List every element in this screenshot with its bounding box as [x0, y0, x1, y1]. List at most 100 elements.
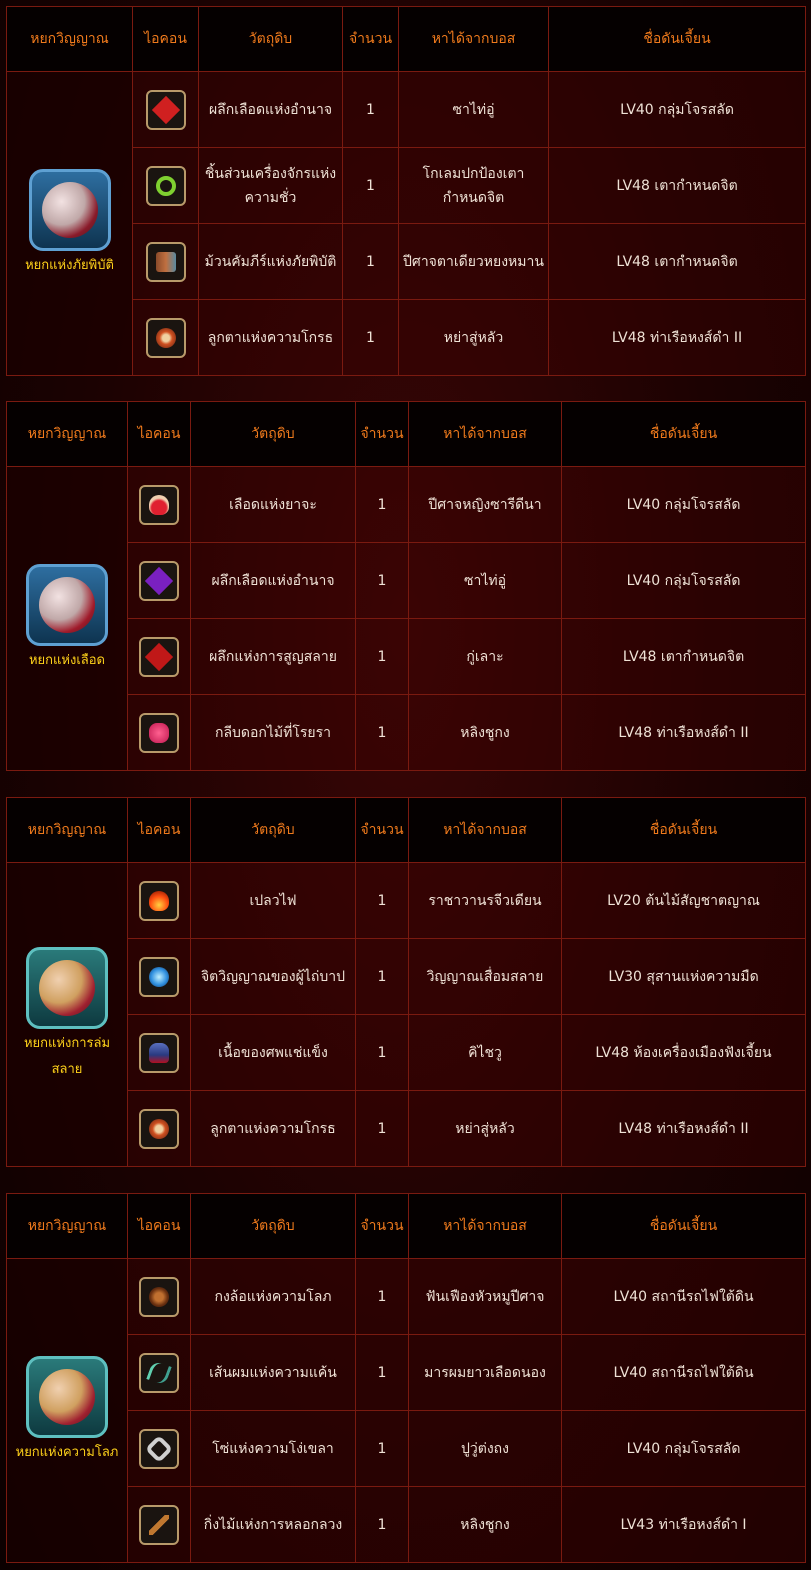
boss-cell: หย่าสู่หลัว	[408, 1090, 562, 1167]
icon-cell	[132, 223, 199, 300]
header-boss: หาได้จากบอส	[398, 6, 549, 72]
icon-cell	[127, 1334, 191, 1411]
dungeon-cell: LV48 เตากำหนดจิต	[561, 618, 806, 695]
icon-cell	[127, 694, 191, 771]
icon-cell	[127, 862, 191, 939]
header-qty: จำนวน	[355, 401, 409, 467]
spirit-cell: หยกแห่งการล่มสลาย	[6, 862, 128, 1167]
dungeon-cell: LV40 สถานีรถไฟใต้ดิน	[561, 1258, 806, 1335]
spirit-jade-icon	[26, 563, 108, 646]
dungeon-cell: LV48 ท่าเรือหงส์ดำ II	[548, 299, 806, 376]
boss-cell: หย่าสู่หลัว	[398, 299, 549, 376]
qty-cell: 1	[355, 862, 409, 939]
scroll-icon	[145, 241, 186, 282]
material-cell: ลูกตาแห่งความโกรธ	[198, 299, 343, 376]
header-dungeon: ชื่อดันเจี้ยน	[548, 6, 806, 72]
spirit-cell: หยกแห่งเลือด	[6, 466, 128, 771]
boss-cell: ซาไท่อู่	[408, 542, 562, 619]
icon-cell	[127, 938, 191, 1015]
table-row: หยกแห่งความโลภ กงล้อแห่งความโลภ 1 ฟันเฟื…	[6, 1258, 806, 1563]
icon-cell	[127, 542, 191, 619]
icon-cell	[132, 299, 199, 376]
soul-icon	[139, 956, 179, 997]
dungeon-cell: LV20 ต้นไม้สัญชาตญาณ	[561, 862, 806, 939]
boss-cell: ปูวู่ต่งถง	[408, 1410, 562, 1487]
potion-icon	[139, 484, 179, 525]
material-cell: โซ่แห่งความโง่เขลา	[190, 1410, 356, 1487]
header-material: วัตถุดิบ	[190, 1193, 356, 1259]
purple-crystal-icon	[139, 560, 179, 601]
material-cell: เปลวไฟ	[190, 862, 356, 939]
header-boss: หาได้จากบอส	[408, 401, 562, 467]
material-cell: ผลึกเลือดแห่งอำนาจ	[190, 542, 356, 619]
qty-cell: 1	[355, 1486, 409, 1563]
spirit-name: หยกแห่งความโลภ	[15, 1444, 119, 1460]
material-cell: ผลึกแห่งการสูญสลาย	[190, 618, 356, 695]
qty-cell: 1	[355, 1090, 409, 1167]
icon-cell	[132, 71, 199, 148]
qty-cell: 1	[342, 147, 399, 224]
dungeon-cell: LV48 เตากำหนดจิต	[548, 147, 806, 224]
icon-cell	[127, 1014, 191, 1091]
table-row: หยกแห่งเลือด เลือดแห่งยาจะ 1 ปีศาจหญิงซา…	[6, 466, 806, 771]
qty-cell: 1	[355, 618, 409, 695]
eye-icon	[145, 317, 186, 358]
material-cell: กิ่งไม้แห่งการหลอกลวง	[190, 1486, 356, 1563]
header-material: วัตถุดิบ	[190, 401, 356, 467]
header-spirit: หยกวิญญาณ	[6, 1193, 128, 1259]
dungeon-cell: LV48 ท่าเรือหงส์ดำ II	[561, 694, 806, 771]
qty-cell: 1	[355, 1258, 409, 1335]
frozen-flesh-icon	[139, 1032, 179, 1073]
icon-cell	[127, 1486, 191, 1563]
qty-cell: 1	[355, 1014, 409, 1091]
icon-cell	[127, 1258, 191, 1335]
spirit-table-3: หยกวิญญาณ ไอคอน วัตถุดิบ จำนวน หาได้จากบ…	[6, 797, 806, 1167]
material-cell: ม้วนคัมภีร์แห่งภัยพิบัติ	[198, 223, 343, 300]
material-cell: ลูกตาแห่งความโกรธ	[190, 1090, 356, 1167]
spirit-jade-icon	[26, 1355, 108, 1438]
qty-cell: 1	[355, 466, 409, 543]
flame-icon	[139, 880, 179, 921]
qty-cell: 1	[355, 542, 409, 619]
material-cell: กงล้อแห่งความโลภ	[190, 1258, 356, 1335]
chain-icon	[139, 1428, 179, 1469]
dungeon-cell: LV40 กลุ่มโจรสลัด	[548, 71, 806, 148]
dungeon-cell: LV48 ท่าเรือหงส์ดำ II	[561, 1090, 806, 1167]
dungeon-cell: LV40 สถานีรถไฟใต้ดิน	[561, 1334, 806, 1411]
header-spirit: หยกวิญญาณ	[6, 797, 128, 863]
header-icon: ไอคอน	[127, 401, 191, 467]
table-row: หยกแห่งภัยพิบัติ ผลึกเลือดแห่งอำนาจ 1 ซา…	[6, 71, 806, 376]
dungeon-cell: LV30 สุสานแห่งความมืด	[561, 938, 806, 1015]
icon-cell	[127, 466, 191, 543]
red-crystal-icon	[139, 636, 179, 677]
material-cell: เนื้อของศพแช่แข็ง	[190, 1014, 356, 1091]
material-cell: ผลึกเลือดแห่งอำนาจ	[198, 71, 343, 148]
spirit-table-1: หยกวิญญาณ ไอคอน วัตถุดิบ จำนวน หาได้จากบ…	[6, 6, 806, 376]
wheel-icon	[139, 1276, 179, 1317]
boss-cell: มารผมยาวเลือดนอง	[408, 1334, 562, 1411]
spirit-name: หยกแห่งภัยพิบัติ	[25, 257, 114, 273]
header-qty: จำนวน	[355, 797, 409, 863]
icon-cell	[132, 147, 199, 224]
header-qty: จำนวน	[342, 6, 399, 72]
boss-cell: หลิงชูกง	[408, 694, 562, 771]
qty-cell: 1	[355, 1334, 409, 1411]
dungeon-cell: LV48 เตากำหนดจิต	[548, 223, 806, 300]
red-crystal-icon	[145, 89, 186, 130]
header-material: วัตถุดิบ	[198, 6, 343, 72]
header-row: หยกวิญญาณ ไอคอน วัตถุดิบ จำนวน หาได้จากบ…	[6, 6, 806, 72]
dungeon-cell: LV43 ท่าเรือหงส์ดำ I	[561, 1486, 806, 1563]
qty-cell: 1	[355, 1410, 409, 1487]
boss-cell: ซาไท่อู่	[398, 71, 549, 148]
spirit-table-2: หยกวิญญาณ ไอคอน วัตถุดิบ จำนวน หาได้จากบ…	[6, 401, 806, 771]
spirit-name: หยกแห่งการล่มสลาย	[23, 1035, 111, 1077]
header-spirit: หยกวิญญาณ	[6, 6, 133, 72]
hair-icon	[139, 1352, 179, 1393]
table-row: หยกแห่งการล่มสลาย เปลวไฟ 1 ราชาวานรจีวเด…	[6, 862, 806, 1167]
material-cell: ชิ้นส่วนเครื่องจักรแห่งความชั่ว	[198, 147, 343, 224]
spirit-cell: หยกแห่งความโลภ	[6, 1258, 128, 1563]
flower-icon	[139, 712, 179, 753]
boss-cell: หลิงชูกง	[408, 1486, 562, 1563]
icon-cell	[127, 1410, 191, 1487]
material-cell: จิตวิญญาณของผู้ไถ่บาป	[190, 938, 356, 1015]
